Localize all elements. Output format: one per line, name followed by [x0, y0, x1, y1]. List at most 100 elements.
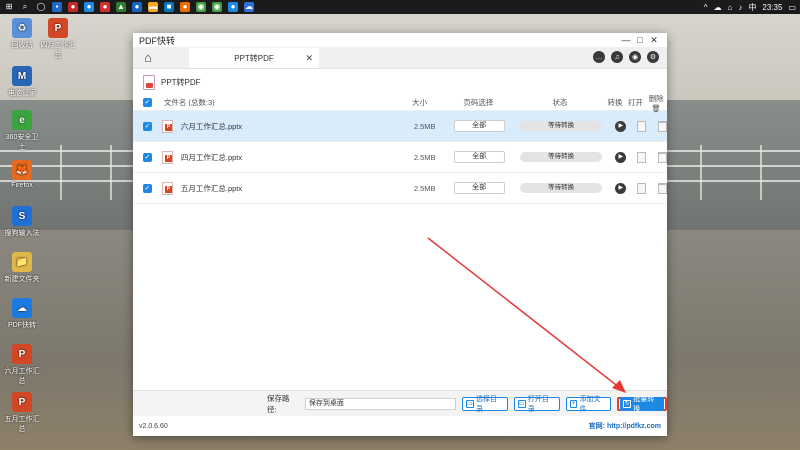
desktop-icon[interactable]: 📁 新建文件夹 [4, 252, 40, 284]
table-row[interactable]: ✓ 六月工作汇总.pptx 2.5MB 全部 等待转换 ▶ [133, 111, 668, 142]
status-badge: 等待转换 [519, 152, 603, 162]
add-file-button[interactable]: + 添加文件 [565, 396, 612, 413]
table-row[interactable]: ✓ 五月工作汇总.pptx 2.5MB 全部 等待转换 ▶ [133, 173, 668, 204]
delete-trash-icon[interactable] [658, 182, 668, 194]
section-title: PPT转PDF [161, 77, 201, 87]
batch-convert-button[interactable]: ↻ 批量转换 [620, 396, 665, 413]
wechat-icon[interactable]: ◉ [196, 2, 206, 12]
cloud-icon[interactable]: ☁ [714, 3, 722, 12]
close-button[interactable]: ✕ [647, 35, 661, 46]
desktop-icon[interactable]: S 搜狗输入法 [4, 206, 40, 238]
settings-gear-icon[interactable]: ⚙ [647, 51, 659, 63]
desktop-app-icon: ♻ [12, 18, 32, 38]
user-icon[interactable]: ◉ [629, 51, 641, 63]
app-icon[interactable]: ■ [164, 2, 174, 12]
page-select-button[interactable]: 全部 [453, 182, 505, 194]
task-view-icon[interactable]: ◯ [36, 2, 46, 12]
network-icon[interactable]: ⌂ [728, 3, 733, 12]
windows-start-icon[interactable]: ⊞ [4, 2, 14, 12]
app-icon[interactable]: ● [84, 2, 94, 12]
search-icon[interactable]: ⌕ [20, 2, 30, 12]
bottom-toolbar: 保存路径: 保存到桌面 ▭ 选择目录 ▭ 打开目录 + 添加文件 ↻ 批量转换 [133, 390, 668, 416]
header-delete: 删除🗑 [648, 93, 664, 113]
app-icon[interactable]: ● [68, 2, 78, 12]
notification-icon[interactable]: ▭ [788, 3, 796, 12]
header-name: 文件名 (总数:3) [163, 98, 215, 107]
desktop-icon-label: 六月工作汇总 [4, 368, 40, 385]
file-list: ✓ 六月工作汇总.pptx 2.5MB 全部 等待转换 ▶ ✓ 四月工作汇总.p… [133, 111, 668, 204]
desktop-icon[interactable]: ☁ PDF快转 [4, 298, 40, 330]
convert-play-icon[interactable]: ▶ [615, 151, 627, 163]
system-tray: ^ ☁ ⌂ ♪ 中 23:35 ▭ [704, 2, 796, 13]
open-file-icon[interactable] [637, 151, 647, 163]
ime-icon[interactable]: 中 [748, 2, 756, 13]
row-checkbox[interactable]: ✓ [143, 121, 152, 131]
desktop-icon[interactable]: e 360安全卫士 [4, 110, 40, 152]
desktop-icon-label: 回收站 [11, 42, 33, 49]
desktop-app-icon: M [12, 66, 32, 86]
tray-chevron-icon[interactable]: ^ [704, 3, 708, 12]
trash-icon[interactable]: 🗑 [651, 104, 661, 113]
desktop-icon-label: 电脑管家 [8, 90, 36, 97]
desktop-icon[interactable]: ♻ 回收站 [4, 18, 40, 50]
delete-trash-icon[interactable] [658, 151, 668, 163]
file-size: 2.5MB [413, 121, 436, 131]
volume-icon[interactable]: ♪ [738, 3, 742, 12]
desktop-icon-label: 搜狗输入法 [4, 230, 40, 237]
ppt-pdf-icon [143, 74, 155, 90]
app-icon[interactable]: ▪ [52, 2, 62, 12]
window-title: PDF快转 [139, 35, 176, 46]
row-checkbox[interactable]: ✓ [143, 183, 152, 193]
pdf-app-window: PDF快转 — □ ✕ ⌂ PPT转PDF ✕ … ♫ ◉ ⚙ PPT转PDF … [133, 33, 668, 436]
desktop-icon[interactable]: 🦊 Firefox [4, 160, 40, 189]
table-row[interactable]: ✓ 四月工作汇总.pptx 2.5MB 全部 等待转换 ▶ [133, 142, 668, 173]
open-directory-button[interactable]: ▭ 打开目录 [513, 396, 560, 413]
desktop-icon[interactable]: M 电脑管家 [4, 66, 40, 98]
row-checkbox[interactable]: ✓ [143, 152, 152, 162]
status-badge: 等待转换 [519, 121, 603, 131]
page-select-button[interactable]: 全部 [453, 120, 505, 132]
desktop-icon-file[interactable]: P 四月工作汇总 [40, 18, 76, 60]
open-file-icon[interactable] [637, 182, 647, 194]
desktop-icon[interactable]: P 五月工作汇总 [4, 392, 40, 434]
maximize-button[interactable]: □ [633, 35, 647, 45]
select-all-checkbox[interactable]: ✓ [143, 98, 152, 107]
header-status: 状态 [552, 98, 568, 107]
page-select-button[interactable]: 全部 [453, 151, 505, 163]
delete-trash-icon[interactable] [658, 120, 668, 132]
desktop-app-icon: 🦊 [12, 160, 32, 180]
pptx-file-icon [161, 150, 173, 164]
save-path-input[interactable]: 保存到桌面 [304, 397, 456, 410]
chat-icon[interactable]: … [593, 51, 605, 63]
website-link[interactable]: 官网: http://pdfkz.com [589, 421, 661, 431]
desktop-icon[interactable]: P 六月工作汇总 [4, 344, 40, 386]
app-icon[interactable]: ● [132, 2, 142, 12]
taskbar: ⊞ ⌕ ◯ ▪ ● ● ● ▲ ● ▬ ■ ● ◉ ◉ ● ☁ ^ ☁ ⌂ ♪ … [0, 0, 800, 14]
desktop-icon-label: 360安全卫士 [5, 134, 39, 151]
wechat-icon[interactable]: ◉ [212, 2, 222, 12]
app-icon[interactable]: ▲ [116, 2, 126, 12]
headset-icon[interactable]: ♫ [611, 51, 623, 63]
tab-ppt-to-pdf[interactable]: PPT转PDF ✕ [189, 48, 319, 68]
clock[interactable]: 23:35 [762, 3, 782, 12]
app-icon[interactable]: ● [100, 2, 110, 12]
header-convert: 转换 [607, 98, 623, 107]
file-size: 2.5MB [413, 183, 436, 193]
desktop-app-icon: S [12, 206, 32, 226]
section-header: PPT转PDF [133, 69, 667, 95]
app-icon[interactable]: ● [228, 2, 238, 12]
pdf-app-taskbar-icon[interactable]: ☁ [244, 2, 254, 12]
open-file-icon[interactable] [637, 120, 647, 132]
window-titlebar[interactable]: PDF快转 — □ ✕ [133, 33, 667, 47]
app-icon[interactable]: ● [180, 2, 190, 12]
desktop-app-icon: P [12, 344, 32, 364]
ppt-file-icon: P [48, 18, 68, 38]
file-explorer-icon[interactable]: ▬ [148, 2, 158, 12]
convert-play-icon[interactable]: ▶ [615, 182, 627, 194]
convert-play-icon[interactable]: ▶ [615, 120, 627, 132]
choose-directory-button[interactable]: ▭ 选择目录 [461, 396, 508, 413]
tab-label: PPT转PDF [234, 53, 274, 63]
home-icon[interactable]: ⌂ [133, 46, 163, 68]
tab-close-icon[interactable]: ✕ [305, 53, 313, 64]
minimize-button[interactable]: — [619, 35, 633, 45]
